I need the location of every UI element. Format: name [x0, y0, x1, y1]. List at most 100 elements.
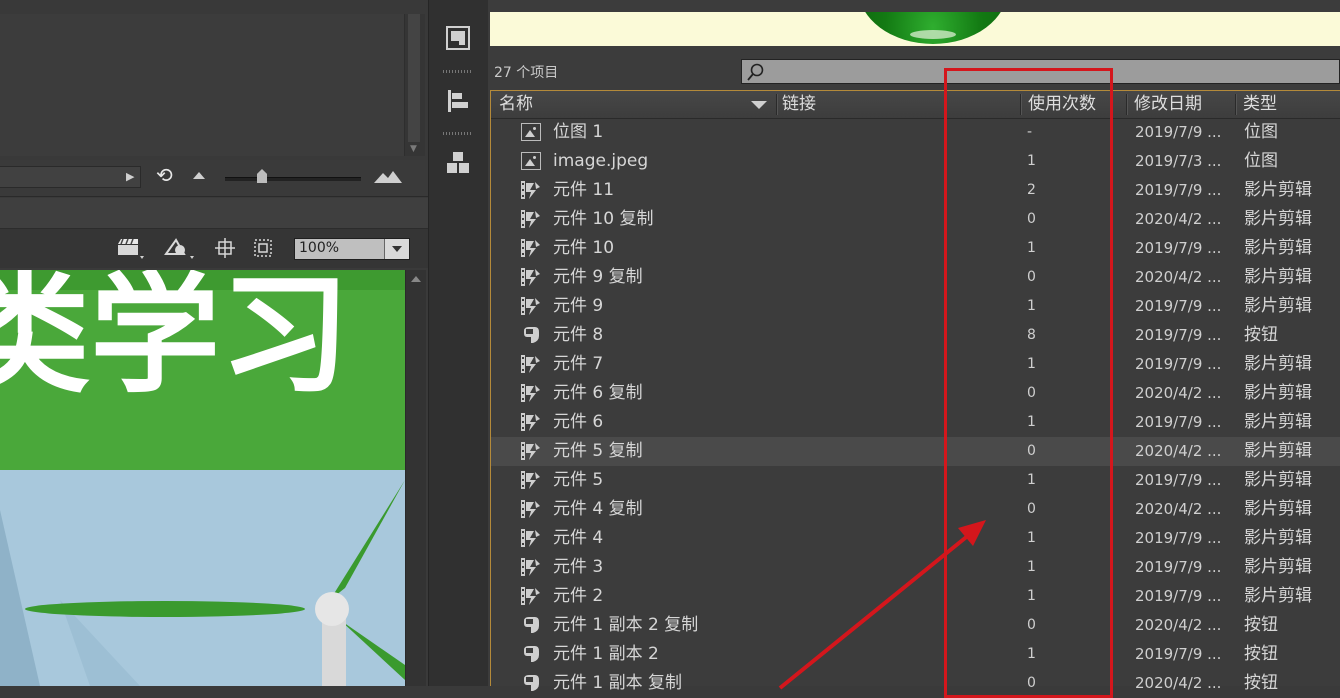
- frame-size-slider[interactable]: [225, 177, 361, 181]
- library-row[interactable]: 元件 6 复制 0 2020/4/2 ... 影片剪辑: [491, 379, 1340, 408]
- library-row[interactable]: 元件 8 8 2019/7/9 ... 按钮: [491, 321, 1340, 350]
- item-name: 元件 3: [553, 557, 604, 577]
- movieclip-icon: [521, 529, 540, 547]
- scroll-down-arrow-icon[interactable]: ▼: [410, 144, 417, 154]
- timeline-area: [0, 14, 404, 156]
- align-panel-icon[interactable]: [445, 88, 471, 114]
- item-name: 元件 6: [553, 412, 604, 432]
- library-row[interactable]: 元件 10 1 2019/7/9 ... 影片剪辑: [491, 234, 1340, 263]
- item-modified-date: 2019/7/9 ...: [1135, 297, 1222, 315]
- item-name: 元件 8: [553, 325, 604, 345]
- item-type: 影片剪辑: [1244, 267, 1312, 287]
- item-type: 影片剪辑: [1244, 557, 1312, 577]
- library-row[interactable]: 元件 9 1 2019/7/9 ... 影片剪辑: [491, 292, 1340, 321]
- item-name: 元件 4 复制: [553, 499, 643, 519]
- item-type: 影片剪辑: [1244, 528, 1312, 548]
- stage-canvas[interactable]: 类学习: [0, 270, 405, 686]
- library-row[interactable]: 元件 5 复制 0 2020/4/2 ... 影片剪辑: [491, 437, 1340, 466]
- item-type: 影片剪辑: [1244, 470, 1312, 490]
- preview-highlight: [910, 30, 956, 39]
- item-type: 按钮: [1244, 615, 1278, 635]
- item-modified-date: 2019/7/9 ...: [1135, 558, 1222, 576]
- column-header-type[interactable]: 类型: [1243, 91, 1277, 118]
- stage-tab-strip: [0, 198, 428, 229]
- zoom-value[interactable]: 100%: [299, 240, 339, 256]
- item-name: 元件 11: [553, 180, 615, 200]
- dock-grip[interactable]: [443, 132, 473, 135]
- center-stage-icon[interactable]: [215, 238, 235, 258]
- edit-scene-clapper-icon[interactable]: [117, 236, 145, 260]
- timeline-horizontal-scrollbar[interactable]: [0, 166, 141, 188]
- item-name: 元件 4: [553, 528, 604, 548]
- components-panel-icon[interactable]: [445, 150, 471, 176]
- item-modified-date: 2019/7/9 ...: [1135, 326, 1222, 344]
- item-type: 按钮: [1244, 325, 1278, 345]
- zoom-out-mountain-icon[interactable]: [193, 172, 205, 179]
- library-preview: [490, 12, 1340, 46]
- zoom-select[interactable]: 100%: [294, 238, 410, 260]
- item-name: 元件 9 复制: [553, 267, 643, 287]
- movieclip-icon: [521, 413, 540, 431]
- preview-symbol-graphic: [858, 12, 1008, 44]
- library-row[interactable]: 元件 6 1 2019/7/9 ... 影片剪辑: [491, 408, 1340, 437]
- item-modified-date: 2020/4/2 ...: [1135, 500, 1222, 518]
- loop-icon[interactable]: ⟲: [156, 164, 173, 186]
- item-type: 位图: [1244, 151, 1278, 171]
- column-divider[interactable]: [776, 94, 778, 115]
- column-divider[interactable]: [1126, 94, 1128, 115]
- item-modified-date: 2019/7/9 ...: [1135, 471, 1222, 489]
- library-row[interactable]: 元件 11 2 2019/7/9 ... 影片剪辑: [491, 176, 1340, 205]
- panel-dock-strip: [428, 0, 490, 686]
- item-modified-date: 2019/7/9 ...: [1135, 587, 1222, 605]
- movieclip-icon: [521, 471, 540, 489]
- edit-symbol-icon[interactable]: [162, 236, 196, 260]
- clip-content-icon[interactable]: [253, 238, 273, 258]
- item-type: 影片剪辑: [1244, 412, 1312, 432]
- movieclip-icon: [521, 239, 540, 257]
- item-name: 元件 10 复制: [553, 209, 654, 229]
- library-row[interactable]: 位图 1-2019/7/9 ... 位图: [491, 118, 1340, 147]
- library-row[interactable]: image.jpeg 1 2019/7/3 ... 位图: [491, 147, 1340, 176]
- item-name: image.jpeg: [553, 151, 649, 171]
- item-name: 元件 1 副本 2 复制: [553, 615, 699, 635]
- library-row[interactable]: 元件 10 复制 0 2020/4/2 ... 影片剪辑: [491, 205, 1340, 234]
- item-type: 影片剪辑: [1244, 354, 1312, 374]
- column-divider[interactable]: [1235, 94, 1237, 115]
- library-row[interactable]: 元件 9 复制 0 2020/4/2 ... 影片剪辑: [491, 263, 1340, 292]
- timeline-vertical-scrollbar[interactable]: ▼: [404, 14, 425, 156]
- dock-grip[interactable]: [443, 70, 473, 73]
- item-name: 元件 2: [553, 586, 604, 606]
- item-type: 影片剪辑: [1244, 586, 1312, 606]
- item-type: 影片剪辑: [1244, 296, 1312, 316]
- item-name: 元件 10: [553, 238, 615, 258]
- stage-vertical-scrollbar[interactable]: [405, 270, 426, 686]
- sort-descending-icon[interactable]: [751, 101, 767, 109]
- library-panel-icon[interactable]: [445, 25, 471, 51]
- search-icon: [747, 63, 764, 81]
- movieclip-icon: [521, 181, 540, 199]
- column-header-linkage[interactable]: 链接: [782, 91, 816, 118]
- item-name: 元件 9: [553, 296, 604, 316]
- library-row[interactable]: 元件 5 1 2019/7/9 ... 影片剪辑: [491, 466, 1340, 495]
- item-type: 影片剪辑: [1244, 499, 1312, 519]
- movieclip-icon: [521, 384, 540, 402]
- item-type: 按钮: [1244, 673, 1278, 693]
- zoom-in-mountain-icon[interactable]: [374, 170, 402, 183]
- item-modified-date: 2020/4/2 ...: [1135, 442, 1222, 460]
- item-modified-date: 2020/4/2 ...: [1135, 616, 1222, 634]
- item-name: 元件 1 副本 2: [553, 644, 659, 664]
- movieclip-icon: [521, 355, 540, 373]
- stage-title-text: 类学习: [0, 270, 350, 411]
- column-header-modified[interactable]: 修改日期: [1134, 91, 1202, 118]
- bitmap-icon: [521, 123, 541, 141]
- item-type: 位图: [1244, 122, 1278, 142]
- zoom-dropdown-arrow-icon[interactable]: [384, 239, 409, 259]
- scroll-up-arrow-icon[interactable]: [411, 276, 421, 282]
- item-modified-date: 2019/7/9 ...: [1135, 181, 1222, 199]
- play-arrow-icon[interactable]: ▶: [126, 170, 134, 183]
- item-name: 元件 6 复制: [553, 383, 643, 403]
- scrollbar-thumb[interactable]: [408, 14, 420, 142]
- column-header-name[interactable]: 名称: [499, 91, 533, 118]
- library-row[interactable]: 元件 7 1 2019/7/9 ... 影片剪辑: [491, 350, 1340, 379]
- item-modified-date: 2019/7/3 ...: [1135, 152, 1222, 170]
